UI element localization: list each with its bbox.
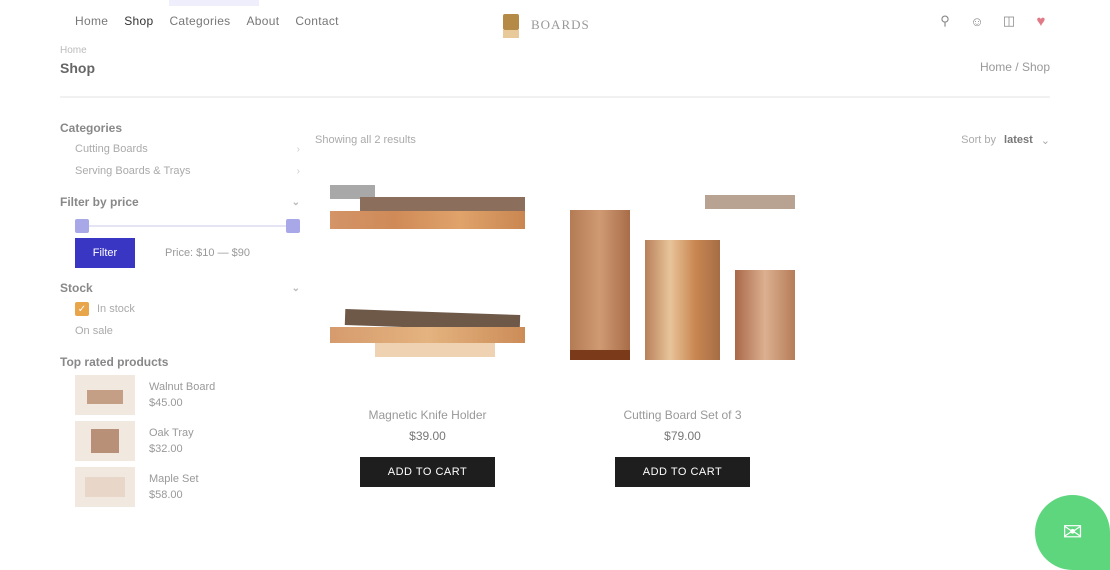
breadcrumb[interactable]: Home / Shop — [980, 60, 1050, 74]
categories-section: Categories Cutting Boards › Serving Boar… — [60, 118, 300, 182]
top-rated-item[interactable]: Maple Set $58.00 — [60, 464, 300, 510]
product-price: $39.00 — [409, 429, 446, 443]
top-rated-price: $45.00 — [149, 397, 183, 409]
product-image[interactable] — [315, 170, 540, 385]
stock-option-label: In stock — [97, 303, 135, 315]
wood-strip — [330, 327, 525, 343]
nav-links: Home Shop Categories About Contact — [75, 0, 339, 28]
price-title: Filter by price ⌄ — [60, 192, 300, 212]
nav-link-shop[interactable]: Shop — [124, 0, 261, 28]
stock-title-label: Stock — [60, 281, 93, 295]
price-range-text: Price: $10 — $90 — [165, 247, 250, 259]
page-title: Shop — [60, 60, 95, 76]
add-to-cart-button[interactable]: ADD TO CART — [615, 457, 750, 487]
top-rated-section: Top rated products Walnut Board $45.00 O… — [60, 352, 300, 510]
results-toolbar: Showing all 2 results Sort by latest ⌄ — [315, 134, 1050, 154]
nav-link-about[interactable]: About — [246, 14, 279, 28]
top-rated-info: Oak Tray $32.00 — [149, 425, 194, 457]
nav-link-categories[interactable]: Categories — [169, 14, 230, 28]
product-thumbnail[interactable] — [75, 421, 135, 461]
price-section: Filter by price ⌄ Filter Price: $10 — $9… — [60, 192, 300, 268]
stock-option-on-sale[interactable]: On sale — [60, 320, 300, 342]
product-card: Magnetic Knife Holder $39.00 ADD TO CART — [315, 170, 540, 487]
crumb-home[interactable]: Home — [60, 45, 87, 56]
board-medium — [645, 240, 720, 360]
knife-blades — [360, 197, 525, 211]
board-small — [735, 270, 795, 360]
hanging-board — [705, 195, 795, 209]
top-rated-title-label: Top rated products — [60, 355, 169, 369]
search-icon[interactable]: ⚲ — [936, 12, 954, 30]
logo-text: BOARDS — [531, 17, 590, 32]
top-rated-item[interactable]: Oak Tray $32.00 — [60, 418, 300, 464]
results-count: Showing all 2 results — [315, 134, 416, 146]
product-title[interactable]: Cutting Board Set of 3 — [570, 407, 795, 423]
stock-section: Stock ⌄ ✓ In stock On sale — [60, 278, 300, 342]
chevron-down-icon[interactable]: ⌄ — [292, 283, 300, 294]
sidebar-filters: Categories Cutting Boards › Serving Boar… — [60, 118, 300, 520]
sort-dropdown[interactable]: Sort by latest ⌄ — [961, 134, 1050, 147]
top-rated-info: Walnut Board $45.00 — [149, 379, 215, 411]
checkbox-checked-icon[interactable]: ✓ — [75, 302, 89, 316]
top-navigation: Home Shop Categories About Contact BOARD… — [0, 0, 1110, 44]
logo-mark-icon — [495, 8, 525, 42]
top-rated-price: $32.00 — [149, 443, 183, 455]
category-label: Serving Boards & Trays — [75, 165, 191, 177]
slider-track — [75, 225, 300, 227]
price-title-label: Filter by price — [60, 195, 139, 209]
knife-holder-graphic-angled — [330, 295, 525, 365]
top-rated-title: Top rated products — [60, 352, 300, 372]
wood-shadow — [375, 343, 495, 357]
heart-icon[interactable]: ♥ — [1032, 12, 1050, 30]
top-rated-price: $58.00 — [149, 489, 183, 501]
chevron-right-icon: › — [296, 165, 300, 177]
chat-button[interactable]: ✉ — [1035, 495, 1110, 570]
product-card: Cutting Board Set of 3 $79.00 ADD TO CAR… — [570, 170, 795, 487]
nav-link-home[interactable]: Home — [75, 14, 108, 28]
product-thumbnail[interactable] — [75, 467, 135, 507]
stock-title: Stock ⌄ — [60, 278, 300, 298]
stock-option-in-stock[interactable]: ✓ In stock — [60, 298, 300, 320]
category-item[interactable]: Serving Boards & Trays › — [60, 160, 300, 182]
cart-icon[interactable]: ◫ — [1000, 12, 1018, 30]
product-title[interactable]: Magnetic Knife Holder — [315, 407, 540, 423]
chevron-down-icon: ⌄ — [1040, 135, 1050, 147]
sort-value[interactable]: latest — [1004, 134, 1033, 147]
price-slider[interactable] — [75, 218, 300, 234]
nav-link-contact[interactable]: Contact — [295, 14, 338, 28]
sort-label: Sort by — [961, 134, 997, 146]
wood-strip — [330, 211, 525, 229]
page-header: Home Shop Home / Shop — [60, 45, 1050, 86]
categories-title-label: Categories — [60, 121, 123, 135]
product-thumbnail[interactable] — [75, 375, 135, 415]
slider-max-handle[interactable] — [286, 219, 300, 233]
slider-min-handle[interactable] — [75, 219, 89, 233]
category-item[interactable]: Cutting Boards › — [60, 138, 300, 160]
chevron-right-icon: › — [296, 143, 300, 155]
user-icon[interactable]: ☺ — [968, 12, 986, 30]
top-rated-name[interactable]: Maple Set — [149, 471, 199, 487]
board-large — [570, 210, 630, 360]
knife-holder-graphic — [330, 185, 525, 240]
stock-option-label: On sale — [75, 325, 113, 337]
price-filter-row: Filter Price: $10 — $90 — [60, 238, 300, 268]
categories-title: Categories — [60, 118, 300, 138]
chevron-down-icon[interactable]: ⌄ — [292, 197, 300, 208]
chat-icon: ✉ — [1062, 519, 1083, 546]
product-price: $79.00 — [664, 429, 701, 443]
nav-icons: ⚲ ☺ ◫ ♥ — [936, 12, 1050, 30]
top-rated-info: Maple Set $58.00 — [149, 471, 199, 503]
filter-button[interactable]: Filter — [75, 238, 135, 268]
header-divider — [60, 96, 1050, 98]
top-rated-item[interactable]: Walnut Board $45.00 — [60, 372, 300, 418]
top-rated-name[interactable]: Oak Tray — [149, 425, 194, 441]
top-rated-name[interactable]: Walnut Board — [149, 379, 215, 395]
add-to-cart-button[interactable]: ADD TO CART — [360, 457, 495, 487]
product-image[interactable] — [570, 170, 795, 385]
site-logo[interactable]: BOARDS — [495, 8, 590, 42]
category-label: Cutting Boards — [75, 143, 148, 155]
